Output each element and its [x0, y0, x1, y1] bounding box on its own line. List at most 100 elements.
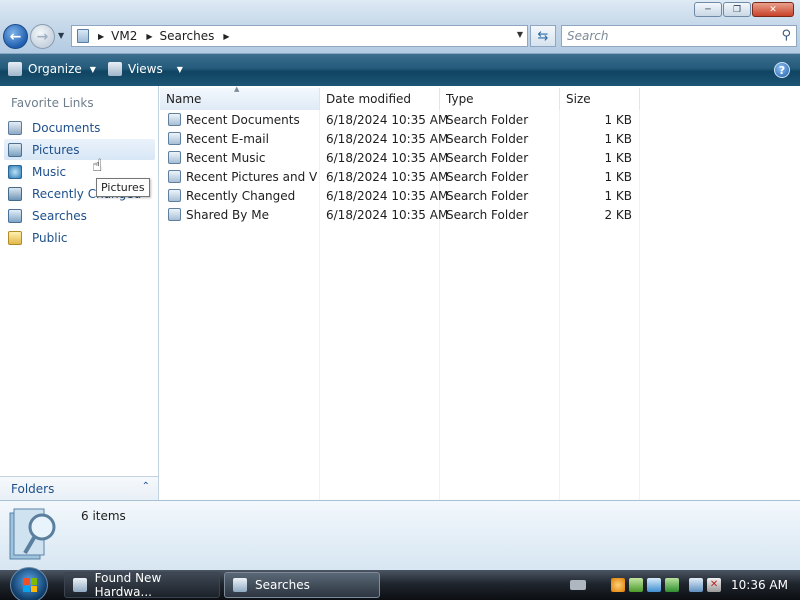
- file-row-shared-by-me[interactable]: Shared By Me 6/18/2024 10:35 AM Search F…: [160, 205, 640, 224]
- chevron-up-icon: ⌃: [141, 481, 150, 492]
- windows-logo-icon: [23, 578, 37, 592]
- chevron-down-icon: ▼: [176, 64, 183, 74]
- file-date: 6/18/2024 10:35 AM: [326, 150, 449, 165]
- organize-button[interactable]: Organize ▼: [8, 62, 96, 76]
- file-size: 1 KB: [604, 112, 632, 127]
- recent-pages-dropdown[interactable]: ▼: [58, 31, 64, 40]
- maximize-button[interactable]: ❐: [723, 2, 751, 17]
- column-header-date-modified[interactable]: Date modified: [320, 88, 440, 110]
- item-count: 6 items: [81, 509, 126, 523]
- help-button[interactable]: ?: [774, 62, 790, 78]
- nav-link-documents[interactable]: Documents: [4, 117, 155, 138]
- taskbar-button-found-new-hardware[interactable]: Found New Hardwa...: [64, 571, 220, 599]
- window-controls: ─ ❐ ✕: [693, 2, 794, 17]
- file-size: 1 KB: [604, 150, 632, 165]
- search-folder-icon: [168, 189, 181, 202]
- back-button[interactable]: ←: [3, 24, 28, 49]
- search-folder-icon: [168, 151, 181, 164]
- pictures-icon: [8, 142, 22, 157]
- views-label: Views: [128, 62, 163, 76]
- breadcrumb-arrow-icon[interactable]: ▶: [146, 32, 152, 41]
- network-tray-icon[interactable]: [647, 578, 662, 592]
- search-input[interactable]: [567, 29, 767, 43]
- file-date: 6/18/2024 10:35 AM: [326, 131, 449, 146]
- searches-folder-large-icon: [9, 508, 56, 560]
- file-name: Recent Music: [186, 150, 266, 165]
- file-type: Search Folder: [446, 188, 529, 203]
- file-size: 1 KB: [604, 188, 632, 203]
- searches-icon: [8, 208, 22, 223]
- file-row-recent-email[interactable]: Recent E-mail 6/18/2024 10:35 AM Search …: [160, 129, 640, 148]
- column-header-type[interactable]: Type: [440, 88, 560, 110]
- taskbar-button-searches[interactable]: Searches: [224, 572, 380, 598]
- forward-button[interactable]: →: [30, 24, 55, 49]
- breadcrumb-arrow-icon[interactable]: ▶: [98, 32, 104, 41]
- title-bar: ─ ❐ ✕ ← → ▼ ▶ VM2 ▶ Searches ▶ ▼ ⇆ ⚲: [0, 0, 800, 54]
- file-row-recently-changed[interactable]: Recently Changed 6/18/2024 10:35 AM Sear…: [160, 186, 640, 205]
- organize-icon: [8, 62, 22, 76]
- pictures-tooltip: Pictures: [96, 178, 150, 197]
- file-row-recent-pictures[interactable]: Recent Pictures and Vi... 6/18/2024 10:3…: [160, 167, 640, 186]
- breadcrumb-searches[interactable]: Searches: [160, 29, 215, 43]
- nav-link-pictures[interactable]: Pictures: [4, 139, 155, 160]
- file-type: Search Folder: [446, 131, 529, 146]
- nav-link-label: Documents: [32, 120, 101, 135]
- volume-muted-icon[interactable]: ✕: [707, 578, 722, 592]
- public-folder-icon: [8, 230, 22, 245]
- file-type: Search Folder: [446, 169, 529, 184]
- taskbar-button-label: Found New Hardwa...: [94, 571, 162, 599]
- minimize-button[interactable]: ─: [694, 2, 722, 17]
- file-date: 6/18/2024 10:35 AM: [326, 169, 449, 184]
- hardware-icon: [73, 578, 87, 592]
- searches-folder-icon: [77, 29, 89, 43]
- network-status-icon[interactable]: [689, 578, 704, 592]
- music-icon: [8, 164, 22, 179]
- taskbar-button-label: Searches: [255, 578, 310, 592]
- file-type: Search Folder: [446, 150, 529, 165]
- start-button[interactable]: [10, 567, 48, 600]
- sort-ascending-icon: ▲: [234, 85, 240, 93]
- nav-link-searches[interactable]: Searches: [4, 205, 155, 226]
- close-button[interactable]: ✕: [752, 2, 794, 17]
- column-header-label: Name: [166, 92, 202, 106]
- nav-link-label: Music: [32, 164, 67, 179]
- column-header-name[interactable]: ▲ Name: [160, 85, 320, 110]
- nav-link-public[interactable]: Public: [4, 227, 155, 248]
- views-icon: [108, 62, 122, 76]
- file-date: 6/18/2024 10:35 AM: [326, 112, 449, 127]
- column-header-label: Size: [566, 92, 591, 106]
- security-tray-icon[interactable]: [665, 578, 680, 592]
- column-header-label: Date modified: [326, 92, 412, 106]
- breadcrumb-vm2[interactable]: VM2: [111, 29, 137, 43]
- search-icon[interactable]: ⚲: [781, 28, 791, 43]
- address-bar[interactable]: ▶ VM2 ▶ Searches ▶ ▼: [71, 25, 528, 47]
- clock[interactable]: 10:36 AM: [731, 578, 788, 592]
- file-row-recent-documents[interactable]: Recent Documents 6/18/2024 10:35 AM Sear…: [160, 110, 640, 129]
- nav-link-label: Searches: [32, 208, 87, 223]
- sidebar-tray-icon[interactable]: [629, 578, 644, 592]
- search-box[interactable]: ⚲: [561, 25, 797, 47]
- file-row-recent-music[interactable]: Recent Music 6/18/2024 10:35 AM Search F…: [160, 148, 640, 167]
- file-name: Recent E-mail: [186, 131, 269, 146]
- breadcrumb-arrow-icon[interactable]: ▶: [223, 32, 229, 41]
- search-folder-icon: [168, 170, 181, 183]
- refresh-button[interactable]: ⇆: [530, 25, 556, 47]
- favorite-links-header: Favorite Links: [11, 96, 94, 110]
- chevron-down-icon: ▼: [89, 64, 96, 74]
- nav-link-label: Pictures: [32, 142, 80, 157]
- file-name: Recent Documents: [186, 112, 300, 127]
- folders-label: Folders: [11, 481, 55, 496]
- search-folder-icon: [168, 113, 181, 126]
- navigation-pane: Favorite Links Documents Pictures Music …: [0, 86, 159, 500]
- file-type: Search Folder: [446, 207, 529, 222]
- organize-label: Organize: [28, 62, 82, 76]
- keyboard-icon[interactable]: [570, 580, 586, 590]
- file-date: 6/18/2024 10:35 AM: [326, 188, 449, 203]
- column-header-size[interactable]: Size: [560, 88, 640, 110]
- folders-toggle[interactable]: Folders ⌃: [0, 476, 158, 500]
- file-type: Search Folder: [446, 112, 529, 127]
- search-tray-icon[interactable]: [611, 578, 626, 592]
- views-button[interactable]: Views ▼: [108, 62, 183, 76]
- file-size: 1 KB: [604, 169, 632, 184]
- address-dropdown-icon[interactable]: ▼: [517, 30, 523, 39]
